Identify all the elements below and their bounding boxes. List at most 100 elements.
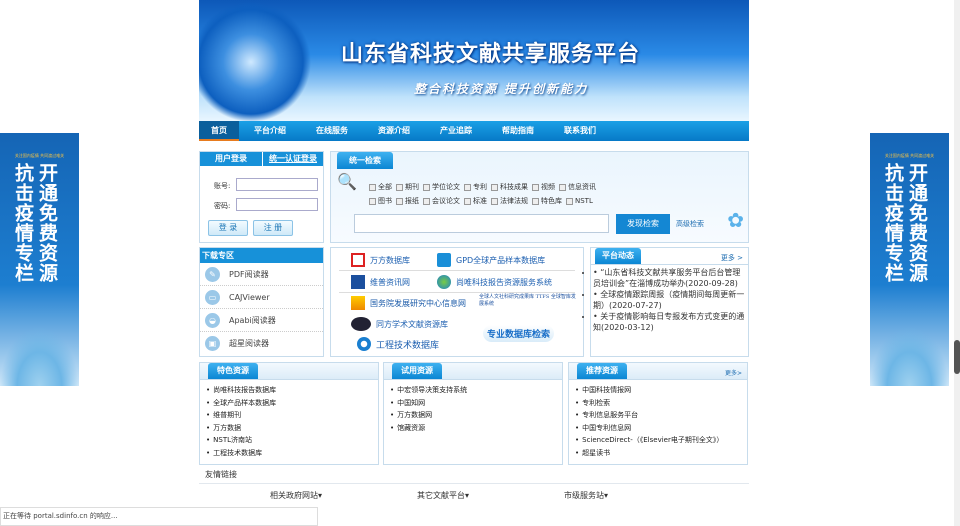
- pdf-icon: ✎: [205, 266, 220, 282]
- downloads-panel: 下载专区 ✎ PDF阅读器 ▭ CAJViewer ◒ Apabi阅读器 ▣ 超星阅读器: [199, 247, 324, 357]
- resource-link[interactable]: NSTL济南站: [206, 434, 372, 447]
- news-list: • “山东省科技文献共享服务平台后台管理员培训会”在淄博成功举办(2020-09…: [591, 265, 748, 335]
- resource-link[interactable]: 馆藏资源: [390, 422, 556, 435]
- download-pdf-reader[interactable]: ✎ PDF阅读器: [200, 263, 323, 286]
- db-cnki[interactable]: 同方学术文献资源库: [351, 317, 448, 331]
- resource-link[interactable]: 维普期刊: [206, 409, 372, 422]
- resource-link[interactable]: 中宏领导决策支持系统: [390, 384, 556, 397]
- search-type-checkbox[interactable]: 信息资讯: [559, 182, 596, 192]
- featured-list: 尚唯科技报告数据库全球产品样本数据库维普期刊万方数据NSTL济南站工程技术数据库: [200, 380, 378, 463]
- search-type-checkbox[interactable]: 期刊: [396, 182, 419, 192]
- gov-sites-select[interactable]: 相关政府网站▾: [270, 490, 322, 501]
- search-type-checkbox[interactable]: 专利: [464, 182, 487, 192]
- search-type-checkbox[interactable]: 标准: [464, 196, 487, 206]
- resource-link[interactable]: 中国知网: [390, 397, 556, 410]
- recommended-resources-panel: 推荐资源 更多> 中国科技情报网专利检索专利信息服务平台中国专利信息网Scien…: [568, 362, 748, 465]
- db-professional-search[interactable]: 专业数据库检索: [483, 325, 555, 342]
- status-bar: 正在等待 portal.sdinfo.cn 的响应...: [0, 507, 318, 526]
- search-type-checkbox[interactable]: 报纸: [396, 196, 419, 206]
- nav-contact[interactable]: 联系我们: [549, 121, 611, 141]
- login-button[interactable]: 登 录: [208, 220, 248, 236]
- site-slogan: 整合科技资源 提升创新能力: [414, 82, 589, 96]
- tab-unified-login[interactable]: 统一认证登录: [262, 152, 323, 166]
- password-input[interactable]: [236, 198, 318, 211]
- recommended-title: 推荐资源: [577, 363, 627, 379]
- resource-link[interactable]: 超星读书: [575, 447, 741, 460]
- friendly-links-title: 友情链接: [205, 470, 237, 479]
- scrollbar-thumb[interactable]: [954, 340, 960, 374]
- discover-search-button[interactable]: 发现检索: [616, 214, 670, 234]
- news-more-link[interactable]: 更多 >: [721, 253, 743, 263]
- resource-link[interactable]: 中国专利信息网: [575, 422, 741, 435]
- news-item[interactable]: • “山东省科技文献共享服务平台后台管理员培训会”在淄博成功举办(2020-09…: [593, 267, 746, 289]
- resource-link[interactable]: 全球产品样本数据库: [206, 397, 372, 410]
- db-drcnet[interactable]: 国务院发展研究中心信息网: [351, 296, 466, 310]
- resource-link[interactable]: ScienceDirect-（《Elsevier电子期刊全文》）: [575, 434, 741, 447]
- search-input[interactable]: [354, 214, 609, 233]
- register-button[interactable]: 注 册: [253, 220, 293, 236]
- db-sunwe[interactable]: 尚唯科技报告资源服务系统: [437, 275, 552, 289]
- downloads-title: 下载专区: [200, 248, 323, 263]
- database-logos: 万方数据库 GPD全球产品样本数据库 维普资讯网 尚唯科技报告资源服务系统 国务…: [330, 247, 584, 357]
- db-gpd[interactable]: GPD全球产品样本数据库: [437, 253, 545, 267]
- resource-link[interactable]: 万方数据网: [390, 409, 556, 422]
- db-ttfs[interactable]: 全球人文社科研究成果库 TTFS 全球智库发展系统: [479, 294, 579, 308]
- search-type-checkbox[interactable]: 科技成果: [491, 182, 528, 192]
- medical-illustration: [0, 326, 79, 386]
- account-label: 账号:: [214, 182, 231, 190]
- db-wanfang[interactable]: 万方数据库: [351, 253, 410, 267]
- nav-home[interactable]: 首页: [199, 121, 239, 141]
- db-engineering[interactable]: 工程技术数据库: [357, 337, 439, 351]
- search-type-checkbox[interactable]: NSTL: [566, 197, 593, 205]
- city-stations-select[interactable]: 市级服务站▾: [564, 490, 608, 501]
- db-vip[interactable]: 维普资讯网: [351, 275, 410, 289]
- featured-resources-panel: 特色资源 尚唯科技报告数据库全球产品样本数据库维普期刊万方数据NSTL济南站工程…: [199, 362, 379, 465]
- resource-link[interactable]: 工程技术数据库: [206, 447, 372, 460]
- search-type-row1: 全部 期刊 学位论文 专利 科技成果 视频 信息资讯: [369, 182, 600, 193]
- download-cajviewer[interactable]: ▭ CAJViewer: [200, 286, 323, 309]
- magnifier-icon: 🔍: [337, 172, 357, 191]
- password-label: 密码:: [214, 202, 231, 210]
- trial-list: 中宏领导决策支持系统中国知网万方数据网馆藏资源: [384, 380, 562, 438]
- news-item[interactable]: • 全球疫情跟踪周报（疫情期间每周更新一期）(2020-07-27): [593, 289, 746, 311]
- nav-about[interactable]: 平台介绍: [239, 121, 301, 141]
- resource-link[interactable]: 专利信息服务平台: [575, 409, 741, 422]
- left-epidemic-banner[interactable]: 关注国内疫情 共同渡过难关 开通免费资源 抗击疫情专栏: [0, 133, 79, 386]
- scrollbar[interactable]: [954, 0, 960, 526]
- nav-services[interactable]: 在线服务: [301, 121, 363, 141]
- resource-link[interactable]: 专利检索: [575, 397, 741, 410]
- main-nav: 首页 平台介绍 在线服务 资源介绍 产业追踪 帮助指南 联系我们: [199, 121, 749, 141]
- right-epidemic-banner[interactable]: 关注国内疫情 共同渡过难关 开通免费资源 抗击疫情专栏: [870, 133, 949, 386]
- resource-link[interactable]: 中国科技情报网: [575, 384, 741, 397]
- other-platforms-select[interactable]: 其它文献平台▾: [417, 490, 469, 501]
- site-title: 山东省科技文献共享服务平台: [341, 42, 641, 67]
- nav-resources[interactable]: 资源介绍: [363, 121, 425, 141]
- search-type-row2: 图书 报纸 会议论文 标准 法律法规 特色库 NSTL: [369, 196, 597, 207]
- recommended-more-link[interactable]: 更多>: [725, 368, 742, 377]
- nav-help[interactable]: 帮助指南: [487, 121, 549, 141]
- search-type-checkbox[interactable]: 特色库: [532, 196, 562, 206]
- trial-resources-panel: 试用资源 中宏领导决策支持系统中国知网万方数据网馆藏资源: [383, 362, 563, 465]
- news-title: 平台动态: [595, 248, 641, 264]
- search-type-checkbox[interactable]: 会议论文: [423, 196, 460, 206]
- book-icon: ▣: [205, 336, 220, 351]
- news-item[interactable]: • 关于疫情影响每日专报发布方式变更的通知(2020-03-12): [593, 311, 746, 333]
- download-apabi[interactable]: ◒ Apabi阅读器: [200, 309, 323, 332]
- nav-industry[interactable]: 产业追踪: [425, 121, 487, 141]
- search-type-checkbox[interactable]: 全部: [369, 182, 392, 192]
- tab-user-login[interactable]: 用户登录: [200, 152, 262, 166]
- account-input[interactable]: [236, 178, 318, 191]
- resource-link[interactable]: 尚唯科技报告数据库: [206, 384, 372, 397]
- advanced-search-link[interactable]: 高级检索: [676, 219, 704, 229]
- apabi-icon: ◒: [205, 312, 220, 328]
- search-type-checkbox[interactable]: 学位论文: [423, 182, 460, 192]
- featured-title: 特色资源: [208, 363, 258, 379]
- resource-link[interactable]: 万方数据: [206, 422, 372, 435]
- medical-illustration: [870, 326, 949, 386]
- search-type-checkbox[interactable]: 法律法规: [491, 196, 528, 206]
- login-panel: 用户登录 统一认证登录 账号: 密码: 登 录 注 册: [199, 151, 324, 243]
- download-superstar[interactable]: ▣ 超星阅读器: [200, 332, 323, 355]
- tab-unified-search[interactable]: 统一检索: [337, 152, 393, 169]
- search-type-checkbox[interactable]: 图书: [369, 196, 392, 206]
- search-type-checkbox[interactable]: 视频: [532, 182, 555, 192]
